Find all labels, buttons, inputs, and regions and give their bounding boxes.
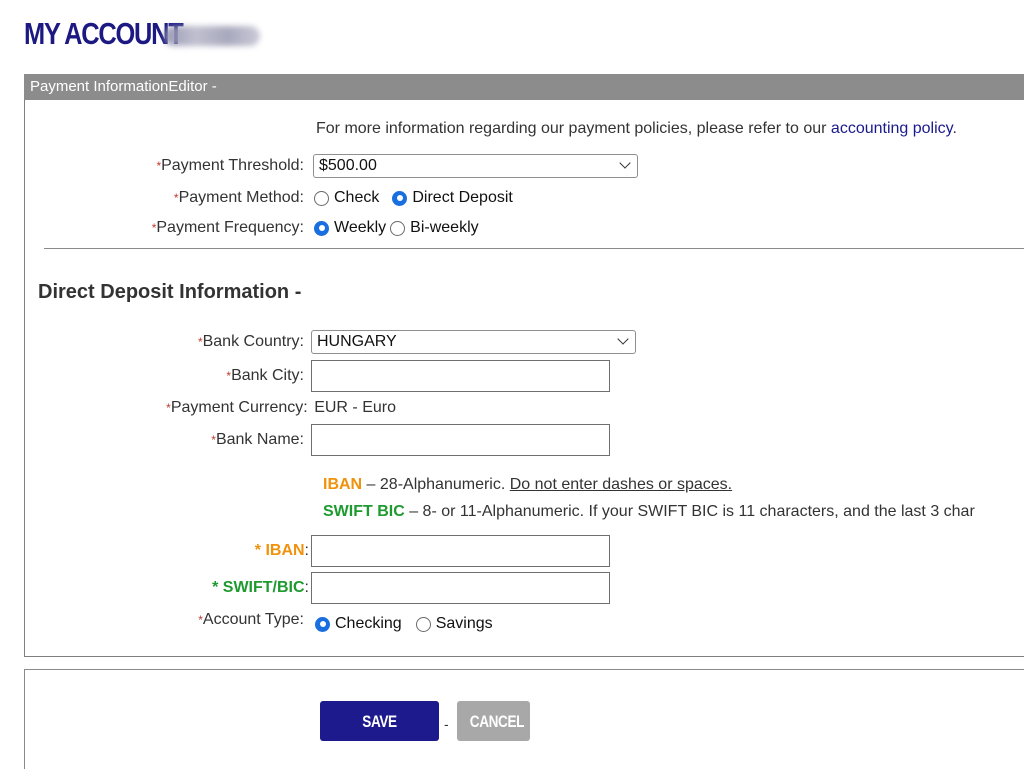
payment-threshold-select[interactable]: $500.00 xyxy=(313,154,638,178)
required-mark: * xyxy=(211,433,216,447)
policy-info-text: For more information regarding our payme… xyxy=(316,120,957,138)
required-mark: * xyxy=(173,191,179,205)
method-label: *Payment Method: xyxy=(174,189,304,207)
iban-note-key: IBAN xyxy=(323,476,363,493)
required-mark: * xyxy=(254,542,266,559)
iban-label-text: IBAN xyxy=(265,542,305,559)
frequency-label-text: Payment Frequency: xyxy=(156,219,304,236)
iban-label: * IBAN: xyxy=(255,542,309,560)
radio-weekly[interactable] xyxy=(314,220,329,236)
button-separator: - xyxy=(444,716,449,732)
threshold-label: *Payment Threshold: xyxy=(156,157,304,175)
required-mark: * xyxy=(197,335,203,349)
radio-direct-deposit-label[interactable]: Direct Deposit xyxy=(412,189,512,207)
redacted-username xyxy=(164,26,260,46)
currency-label: *Payment Currency: EUR - Euro xyxy=(166,399,396,417)
swift-note: SWIFT BIC – 8- or 11-Alphanumeric. If yo… xyxy=(323,503,975,521)
chevron-down-icon xyxy=(617,333,629,345)
swift-label: * SWIFT/BIC: xyxy=(212,579,309,597)
cancel-button[interactable]: CANCEL xyxy=(457,701,530,741)
payment-threshold-value: $500.00 xyxy=(319,157,377,174)
iban-note: IBAN – 28-Alphanumeric. Do not enter das… xyxy=(323,476,732,494)
bank-city-label: *Bank City: xyxy=(226,367,304,385)
swift-note-text: – 8- or 11-Alphanumeric. If your SWIFT B… xyxy=(404,503,975,520)
bank-name-label: *Bank Name: xyxy=(211,431,304,449)
threshold-label-text: Payment Threshold: xyxy=(161,157,304,174)
radio-bi-weekly[interactable] xyxy=(390,220,406,236)
colon: : xyxy=(304,579,309,596)
bank-country-label-text: Bank Country: xyxy=(202,333,304,350)
bank-name-label-text: Bank Name: xyxy=(215,431,304,448)
save-changes-label: SAVE CHANGES xyxy=(346,712,413,771)
direct-deposit-title: Direct Deposit Information - xyxy=(38,281,302,303)
account-type-group: Checking Savings xyxy=(315,615,493,633)
bank-name-input[interactable] xyxy=(311,424,610,456)
radio-savings[interactable] xyxy=(415,616,431,632)
currency-value: EUR - Euro xyxy=(314,399,396,416)
bank-country-select[interactable]: HUNGARY xyxy=(311,330,636,354)
currency-label-text: Payment Currency: xyxy=(170,399,308,416)
radio-checking[interactable] xyxy=(315,616,330,632)
required-mark: * xyxy=(212,579,223,596)
payment-frequency-group: Weekly Bi-weekly xyxy=(314,219,479,237)
colon: : xyxy=(304,542,309,559)
swift-bic-input[interactable] xyxy=(311,572,610,604)
radio-check-label[interactable]: Check xyxy=(334,189,379,207)
iban-note-text: – 28-Alphanumeric. xyxy=(362,476,510,493)
radio-checking-label[interactable]: Checking xyxy=(335,615,402,633)
page-title: MY ACCOUNT xyxy=(24,16,184,51)
radio-bi-weekly-label[interactable]: Bi-weekly xyxy=(410,219,478,237)
payment-method-group: Check Direct Deposit xyxy=(314,189,513,207)
swift-label-text: SWIFT/BIC xyxy=(222,579,305,596)
required-mark: * xyxy=(198,613,203,627)
save-changes-button[interactable]: SAVE CHANGES xyxy=(320,701,439,771)
frequency-label: *Payment Frequency: xyxy=(152,219,304,237)
iban-note-warning: Do not enter dashes or spaces. xyxy=(509,476,733,493)
accounting-policy-link[interactable]: accounting policy xyxy=(831,120,953,137)
method-label-text: Payment Method: xyxy=(178,189,304,206)
radio-direct-deposit[interactable] xyxy=(392,190,408,206)
policy-info-prefix: For more information regarding our payme… xyxy=(316,120,831,137)
bank-city-input[interactable] xyxy=(311,360,610,392)
swift-note-key: SWIFT BIC xyxy=(323,503,405,520)
account-type-label: *Account Type: xyxy=(198,611,304,629)
required-mark: * xyxy=(226,369,232,383)
bank-city-label-text: Bank City: xyxy=(231,367,304,384)
required-mark: * xyxy=(156,159,162,173)
section-divider xyxy=(44,248,1024,249)
chevron-down-icon xyxy=(619,157,631,169)
required-mark: * xyxy=(151,221,157,235)
radio-weekly-label[interactable]: Weekly xyxy=(334,219,386,237)
radio-savings-label[interactable]: Savings xyxy=(436,615,493,633)
bank-country-label: *Bank Country: xyxy=(198,333,304,351)
radio-check[interactable] xyxy=(314,190,329,206)
required-mark: * xyxy=(166,401,171,415)
iban-input[interactable] xyxy=(311,535,610,567)
panel-header: Payment InformationEditor - xyxy=(24,74,1024,100)
account-type-label-text: Account Type: xyxy=(202,611,304,628)
cancel-label: CANCEL xyxy=(469,712,525,731)
bank-country-value: HUNGARY xyxy=(317,333,397,350)
policy-info-end: . xyxy=(952,120,957,137)
